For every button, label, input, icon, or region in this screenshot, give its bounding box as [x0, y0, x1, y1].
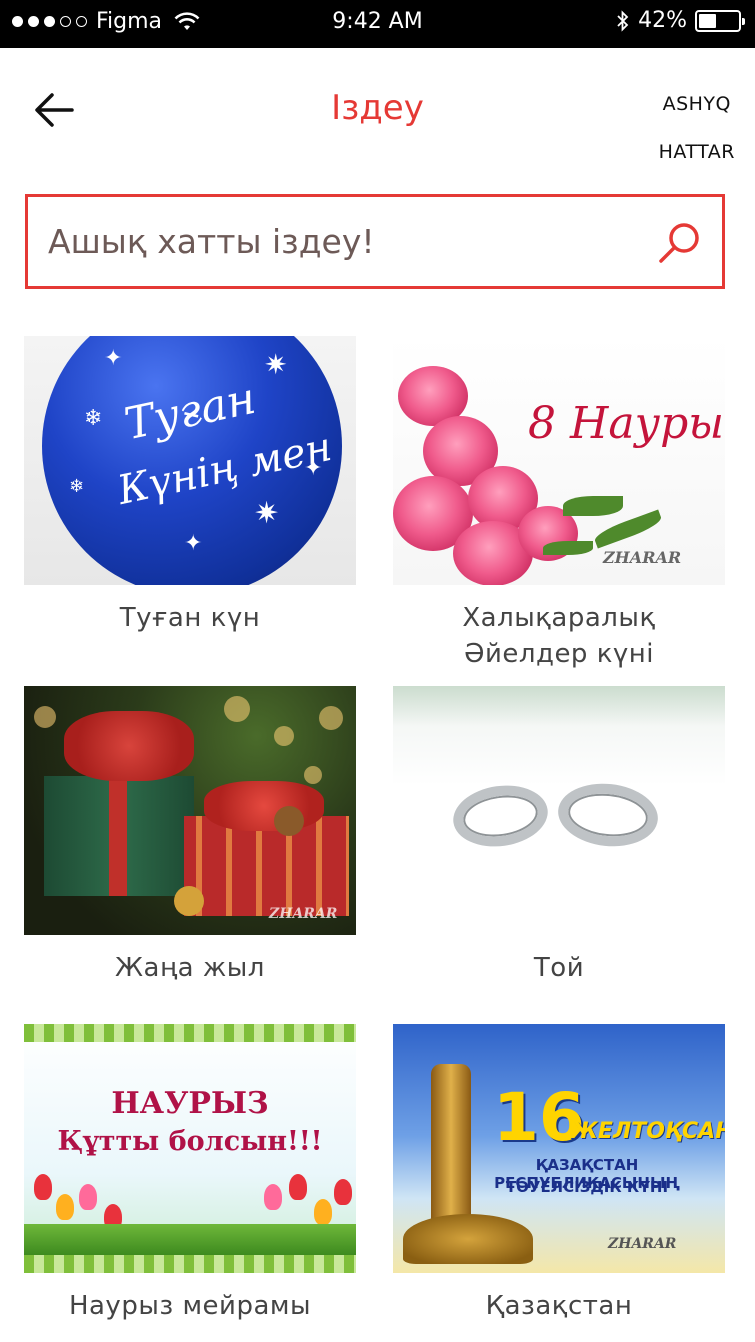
category-card-wedding[interactable]: Той [393, 686, 725, 986]
category-card-kazakhstan[interactable]: 16 ЖЕЛТОҚСАН ҚАЗАҚСТАН РЕСПУБЛИКАСЫНЫҢ Т… [393, 1024, 725, 1324]
category-label-line: Халықаралық [462, 603, 656, 633]
category-card-womens-day[interactable]: 8 Наурыз ZHARAR Халықаралық Әйелдер күні [393, 336, 725, 672]
nauryz-text: НАУРЫЗ [111, 1086, 269, 1121]
independence-day-number: 16 [493, 1079, 585, 1156]
brand-line: ASHYQ [662, 93, 731, 115]
search-input[interactable] [48, 222, 656, 261]
category-label: Халықаралық Әйелдер күні [393, 600, 725, 672]
search-icon[interactable] [656, 218, 704, 266]
independence-day-text: ТӘУЕЛСІЗДІК КҮНІ [505, 1178, 669, 1196]
battery-icon [695, 9, 745, 32]
brand-logo[interactable]: ASHYQ HATTAR [659, 80, 735, 176]
status-bar: Figma 9:42 AM 42% [0, 0, 755, 48]
new-year-image: ZHARAR [24, 686, 356, 935]
womens-day-image: 8 Наурыз ZHARAR [393, 336, 725, 585]
independence-day-month: ЖЕЛТОҚСАН [571, 1119, 725, 1144]
nauryz-image: НАУРЫЗ Құтты болсын!!! [24, 1024, 356, 1273]
category-label-line: Әйелдер күні [463, 639, 655, 669]
category-label: Той [533, 953, 585, 983]
category-card-birthday[interactable]: ✦ ✷ ❄ ✦ ✷ ✦ ❄ Туған Күнің мен Туған күн [24, 336, 356, 636]
independence-day-image: 16 ЖЕЛТОҚСАН ҚАЗАҚСТАН РЕСПУБЛИКАСЫНЫҢ Т… [393, 1024, 725, 1273]
watermark: ZHARAR [269, 906, 338, 922]
brand-line: HATTAR [658, 141, 735, 163]
watermark: ZHARAR [608, 1236, 677, 1252]
category-label: Жаңа жыл [115, 953, 265, 983]
womens-day-text: 8 Наурыз [528, 398, 725, 449]
watermark: ZHARAR [603, 548, 682, 567]
birthday-image: ✦ ✷ ❄ ✦ ✷ ✦ ❄ Туған Күнің мен [24, 336, 356, 585]
status-right: 42% [616, 8, 745, 33]
category-card-new-year[interactable]: ZHARAR Жаңа жыл [24, 686, 356, 986]
nauryz-text: Құтты болсын!!! [57, 1126, 323, 1157]
search-bar [25, 194, 725, 289]
category-card-nauryz[interactable]: НАУРЫЗ Құтты болсын!!! Наурыз мейрамы [24, 1024, 356, 1324]
category-label: Қазақстан [485, 1291, 633, 1321]
page-title: Іздеу [331, 88, 424, 128]
wedding-rings-image [393, 686, 725, 935]
category-label: Наурыз мейрамы [68, 1291, 312, 1321]
category-label: Туған күн [119, 603, 261, 633]
bluetooth-icon [617, 9, 629, 32]
battery-percent: 42% [638, 8, 687, 33]
